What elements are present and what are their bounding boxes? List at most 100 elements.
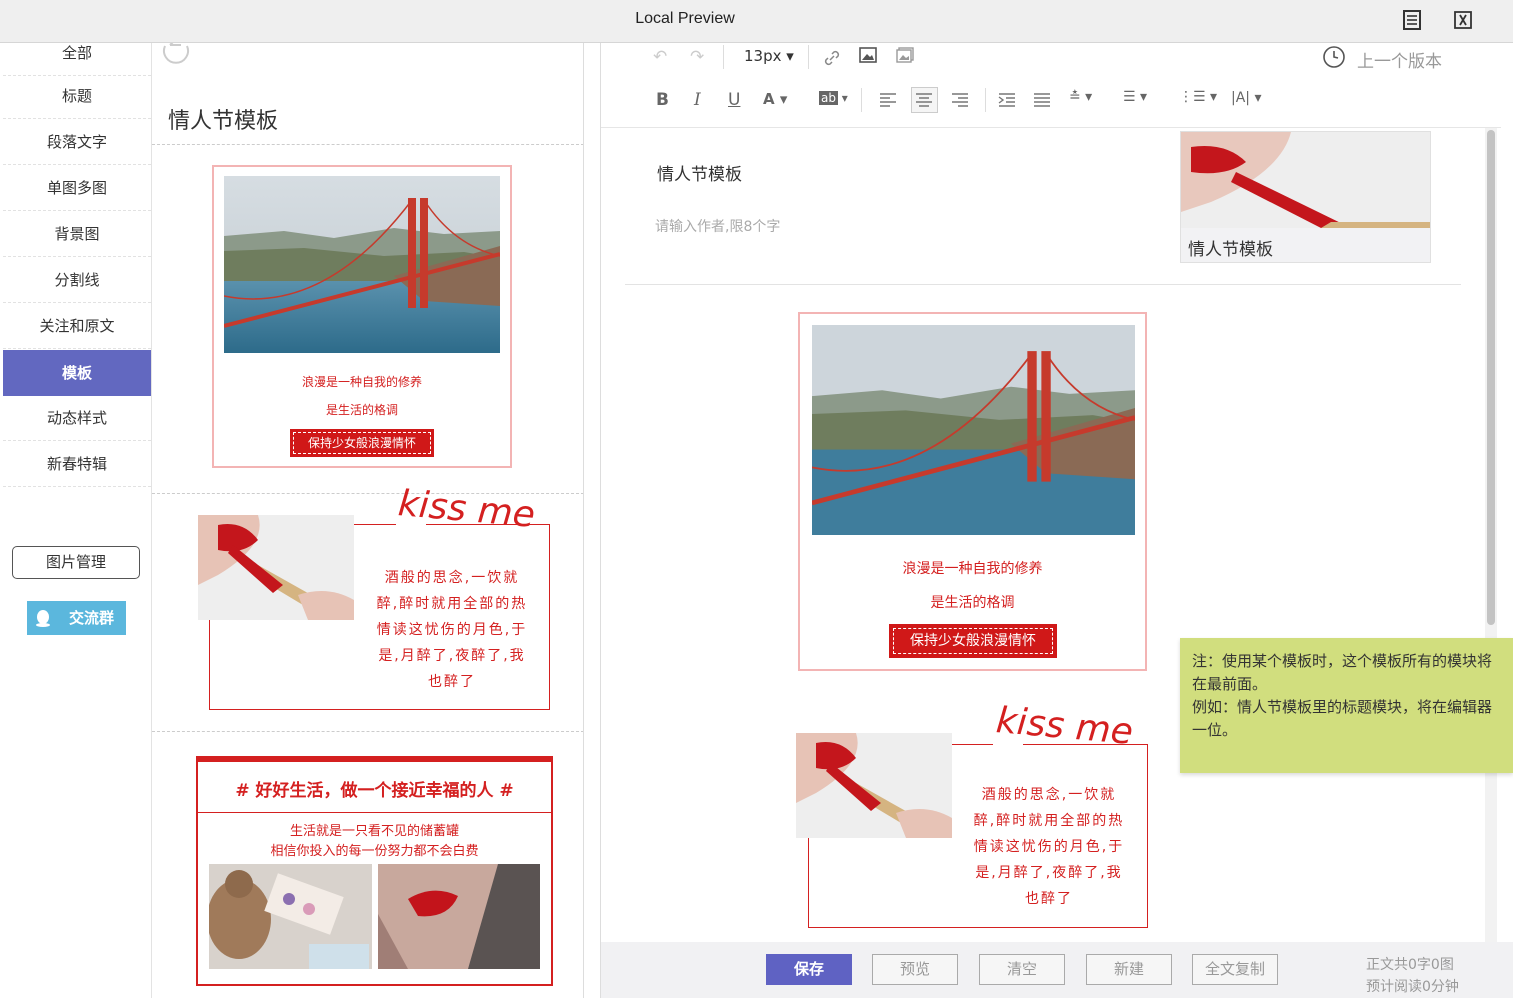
- poem-line: 醉,醉时就用全部的热: [376, 596, 528, 612]
- editor-card-golden-gate[interactable]: 浪漫是一种自我的修养 是生活的格调 保持少女般浪漫情怀: [798, 312, 1147, 671]
- note-line: 例如：情人节模板里的标题模块，将在编辑器: [1192, 698, 1493, 716]
- card3-line2: 相信你投入的每一份努力都不会白费: [270, 844, 479, 859]
- template-list-panel[interactable]: 情人节模板 浪漫是一种自我的修养 是生活的格调 保持少女般浪漫情怀 kiss m…: [152, 43, 584, 998]
- editor-card1-line1: 浪漫是一种自我的修养: [902, 561, 1043, 577]
- editor-content[interactable]: 情人节模板 请输入作者,限8个字 情人节模板 浪漫是一种自我的修养 是生活的格调…: [601, 127, 1501, 943]
- bridge-photo: [812, 325, 1135, 535]
- red-lips-photo: [378, 864, 540, 969]
- template-card-golden-gate[interactable]: 浪漫是一种自我的修养 是生活的格调 保持少女般浪漫情怀: [212, 165, 512, 468]
- title-bar: Local Preview: [0, 0, 1513, 43]
- paragraph-spacing-icon[interactable]: ≛ ▾: [1069, 89, 1092, 105]
- author-input[interactable]: 请输入作者,限8个字: [655, 216, 780, 236]
- sidebar-item-follow[interactable]: 关注和原文: [3, 303, 151, 349]
- sidebar-item-divider[interactable]: 分割线: [3, 257, 151, 303]
- justify-icon[interactable]: [1033, 93, 1051, 107]
- qq-icon: [36, 610, 50, 627]
- template-note: 注：使用某个模板时，这个模板所有的模块将 在最前面。 例如：情人节模板里的标题模…: [1180, 638, 1513, 773]
- chat-group-label: 交流群: [69, 609, 115, 627]
- divider: [625, 284, 1461, 285]
- sidebar-item-dynamic[interactable]: 动态样式: [3, 395, 151, 441]
- editor-card1-line2: 是生活的格调: [930, 595, 1015, 611]
- note-line: 一位。: [1192, 721, 1238, 739]
- previous-version-link[interactable]: 上一个版本: [1357, 47, 1442, 72]
- list-icon[interactable]: ⋮☰ ▾: [1179, 89, 1217, 105]
- bold-icon[interactable]: B: [656, 90, 669, 110]
- highlight-icon[interactable]: ab ▾: [819, 91, 848, 105]
- sidebar-item-background[interactable]: 背景图: [3, 211, 151, 257]
- card1-line1: 浪漫是一种自我的修养: [301, 375, 422, 389]
- line-height-icon[interactable]: ☰ ▾: [1123, 89, 1147, 105]
- divider: [152, 731, 583, 732]
- bridge-photo: [224, 176, 500, 353]
- poem-line: 酒般的思念,一饮就: [981, 787, 1117, 803]
- editor-card1-red-button: 保持少女般浪漫情怀: [889, 624, 1057, 658]
- window-title: Local Preview: [635, 10, 735, 27]
- card1-red-button: 保持少女般浪漫情怀: [290, 429, 434, 457]
- editor-card2-poem: 酒般的思念,一饮就 醉,醉时就用全部的热 情读这忧伤的月色,于 是,月醉了,夜醉…: [959, 782, 1139, 912]
- new-button[interactable]: 新建: [1086, 954, 1172, 985]
- reading-time: 预计阅读0分钟: [1366, 979, 1459, 995]
- link-icon[interactable]: [823, 49, 841, 67]
- sidebar-item-title[interactable]: 标题: [3, 73, 151, 119]
- divider: [152, 144, 583, 145]
- back-arrow-icon[interactable]: [162, 43, 190, 65]
- template-card-good-life[interactable]: # 好好生活，做一个接近幸福的人 # 生活就是一只看不见的储蓄罐 相信你投入的每…: [196, 756, 553, 986]
- gallery-icon[interactable]: [896, 47, 914, 63]
- image-icon[interactable]: [859, 47, 877, 63]
- align-center-icon[interactable]: [915, 93, 933, 107]
- poem-line: 是,月醉了,夜醉了,我: [378, 648, 526, 664]
- cover-caption: 情人节模板: [1188, 240, 1273, 260]
- underline-icon[interactable]: U: [728, 90, 740, 110]
- category-sidebar: 全部 标题 段落文字 单图多图 背景图 分割线 关注和原文 模板 动态样式 新春…: [0, 43, 152, 998]
- italic-icon[interactable]: I: [694, 90, 701, 110]
- word-count: 正文共0字0图: [1366, 957, 1454, 973]
- card1-line2: 是生活的格调: [325, 403, 398, 417]
- align-right-icon[interactable]: [951, 93, 969, 107]
- poem-line: 也醉了: [1025, 891, 1073, 907]
- editor-scrollbar-thumb[interactable]: [1487, 130, 1495, 625]
- teddy-bear-photo: [209, 864, 372, 969]
- card2-poem: 酒般的思念,一饮就 醉,醉时就用全部的热 情读这忧伤的月色,于 是,月醉了,夜醉…: [362, 565, 542, 695]
- poem-line: 也醉了: [428, 674, 476, 690]
- poem-line: 情读这忧伤的月色,于: [376, 622, 528, 638]
- poem-line: 醉,醉时就用全部的热: [973, 813, 1125, 829]
- save-button[interactable]: 保存: [766, 954, 852, 985]
- sidebar-item-templates[interactable]: 模板: [3, 350, 151, 396]
- card1-button-label: 保持少女般浪漫情怀: [293, 432, 431, 454]
- editor-bottom-bar: 保存 预览 清空 新建 全文复制 正文共0字0图 预计阅读0分钟: [601, 942, 1513, 998]
- clock-icon[interactable]: [1322, 45, 1346, 69]
- preview-button[interactable]: 预览: [872, 954, 958, 985]
- editor-card-kiss-me[interactable]: kiss me 酒般的思念,一饮就 醉,醉时就用全部的热 情读这忧伤的月色,于 …: [791, 700, 1161, 943]
- undo-icon[interactable]: ↶: [653, 47, 667, 67]
- chat-group-button[interactable]: 交流群: [27, 601, 126, 635]
- clear-button[interactable]: 清空: [979, 954, 1065, 985]
- document-icon[interactable]: [1401, 9, 1423, 31]
- align-left-icon[interactable]: [879, 93, 897, 107]
- editor-panel: ↶ ↷ 13px ▾ 上一个版本 B I U A ▾ ab ▾ ≛ ▾ ☰ ▾ …: [600, 43, 1513, 998]
- editor-card1-button-label: 保持少女般浪漫情怀: [893, 628, 1053, 654]
- note-line: 在最前面。: [1192, 675, 1268, 693]
- sidebar-item-paragraph[interactable]: 段落文字: [3, 119, 151, 165]
- poem-line: 情读这忧伤的月色,于: [973, 839, 1125, 855]
- article-title[interactable]: 情人节模板: [657, 160, 742, 185]
- sidebar-item-all[interactable]: 全部: [3, 43, 151, 76]
- redo-icon[interactable]: ↷: [690, 47, 704, 67]
- font-size-select[interactable]: 13px ▾: [744, 47, 794, 65]
- export-icon[interactable]: [1452, 9, 1474, 31]
- indent-icon[interactable]: [998, 93, 1016, 107]
- letter-spacing-icon[interactable]: |A| ▾: [1231, 90, 1262, 106]
- sidebar-item-images[interactable]: 单图多图: [3, 165, 151, 211]
- lipstick-photo: [198, 515, 354, 620]
- cover-card[interactable]: 情人节模板: [1180, 131, 1431, 263]
- image-manage-button[interactable]: 图片管理: [12, 546, 140, 579]
- poem-line: 酒般的思念,一饮就: [384, 570, 520, 586]
- copy-all-button[interactable]: 全文复制: [1192, 954, 1278, 985]
- card3-title: # 好好生活，做一个接近幸福的人 #: [235, 781, 514, 801]
- poem-line: 是,月醉了,夜醉了,我: [975, 865, 1123, 881]
- lipstick-photo: [796, 733, 952, 838]
- font-size-value: 13px: [744, 47, 782, 65]
- note-line: 注：使用某个模板时，这个模板所有的模块将: [1192, 652, 1493, 670]
- template-card-kiss-me[interactable]: kiss me 酒般的思念,一饮就 醉,醉时就用全部的热 情读这忧伤的月色,于 …: [152, 483, 583, 733]
- sidebar-item-spring[interactable]: 新春特辑: [3, 441, 151, 487]
- font-color-icon[interactable]: A ▾: [763, 90, 787, 108]
